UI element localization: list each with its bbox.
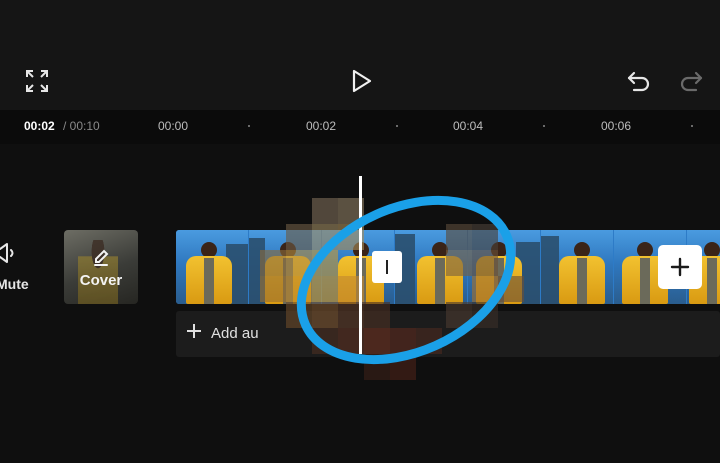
undo-button[interactable] [624,67,654,95]
tick-dot [248,125,250,127]
expand-icon [26,70,48,92]
add-clip-button[interactable] [658,245,702,289]
video-frame [541,230,613,304]
video-clip-track[interactable] [176,230,720,304]
plus-icon [670,257,690,277]
video-frame [176,230,248,304]
playhead[interactable] [359,176,362,354]
tick-label-3: 00:06 [601,119,632,133]
speaker-icon [0,243,14,263]
redo-button[interactable] [676,67,706,95]
pencil-icon [94,249,109,266]
video-frame [249,230,321,304]
tick-label-0: 00:00 [158,119,189,133]
tick-label-1: 00:02 [306,119,337,133]
redo-icon [680,71,703,92]
mute-label: Mute [0,276,29,292]
tick-dot [396,125,398,127]
tick-dot [691,125,693,127]
plus-icon [187,324,201,338]
play-icon [352,69,372,93]
split-point-marker[interactable] [372,251,402,283]
total-duration: / 00:10 [63,119,100,133]
cover-label: Cover [79,272,123,289]
add-audio-label: Add au [211,325,259,342]
undo-icon [627,71,650,92]
mute-button[interactable] [0,242,34,269]
video-frame [395,230,467,304]
fullscreen-button[interactable] [24,68,50,94]
play-button[interactable] [346,66,376,96]
tick-dot [543,125,545,127]
cover-button[interactable]: Cover [64,230,138,304]
video-frame [468,230,540,304]
current-time: 00:02 [24,119,55,133]
tick-label-2: 00:04 [453,119,484,133]
